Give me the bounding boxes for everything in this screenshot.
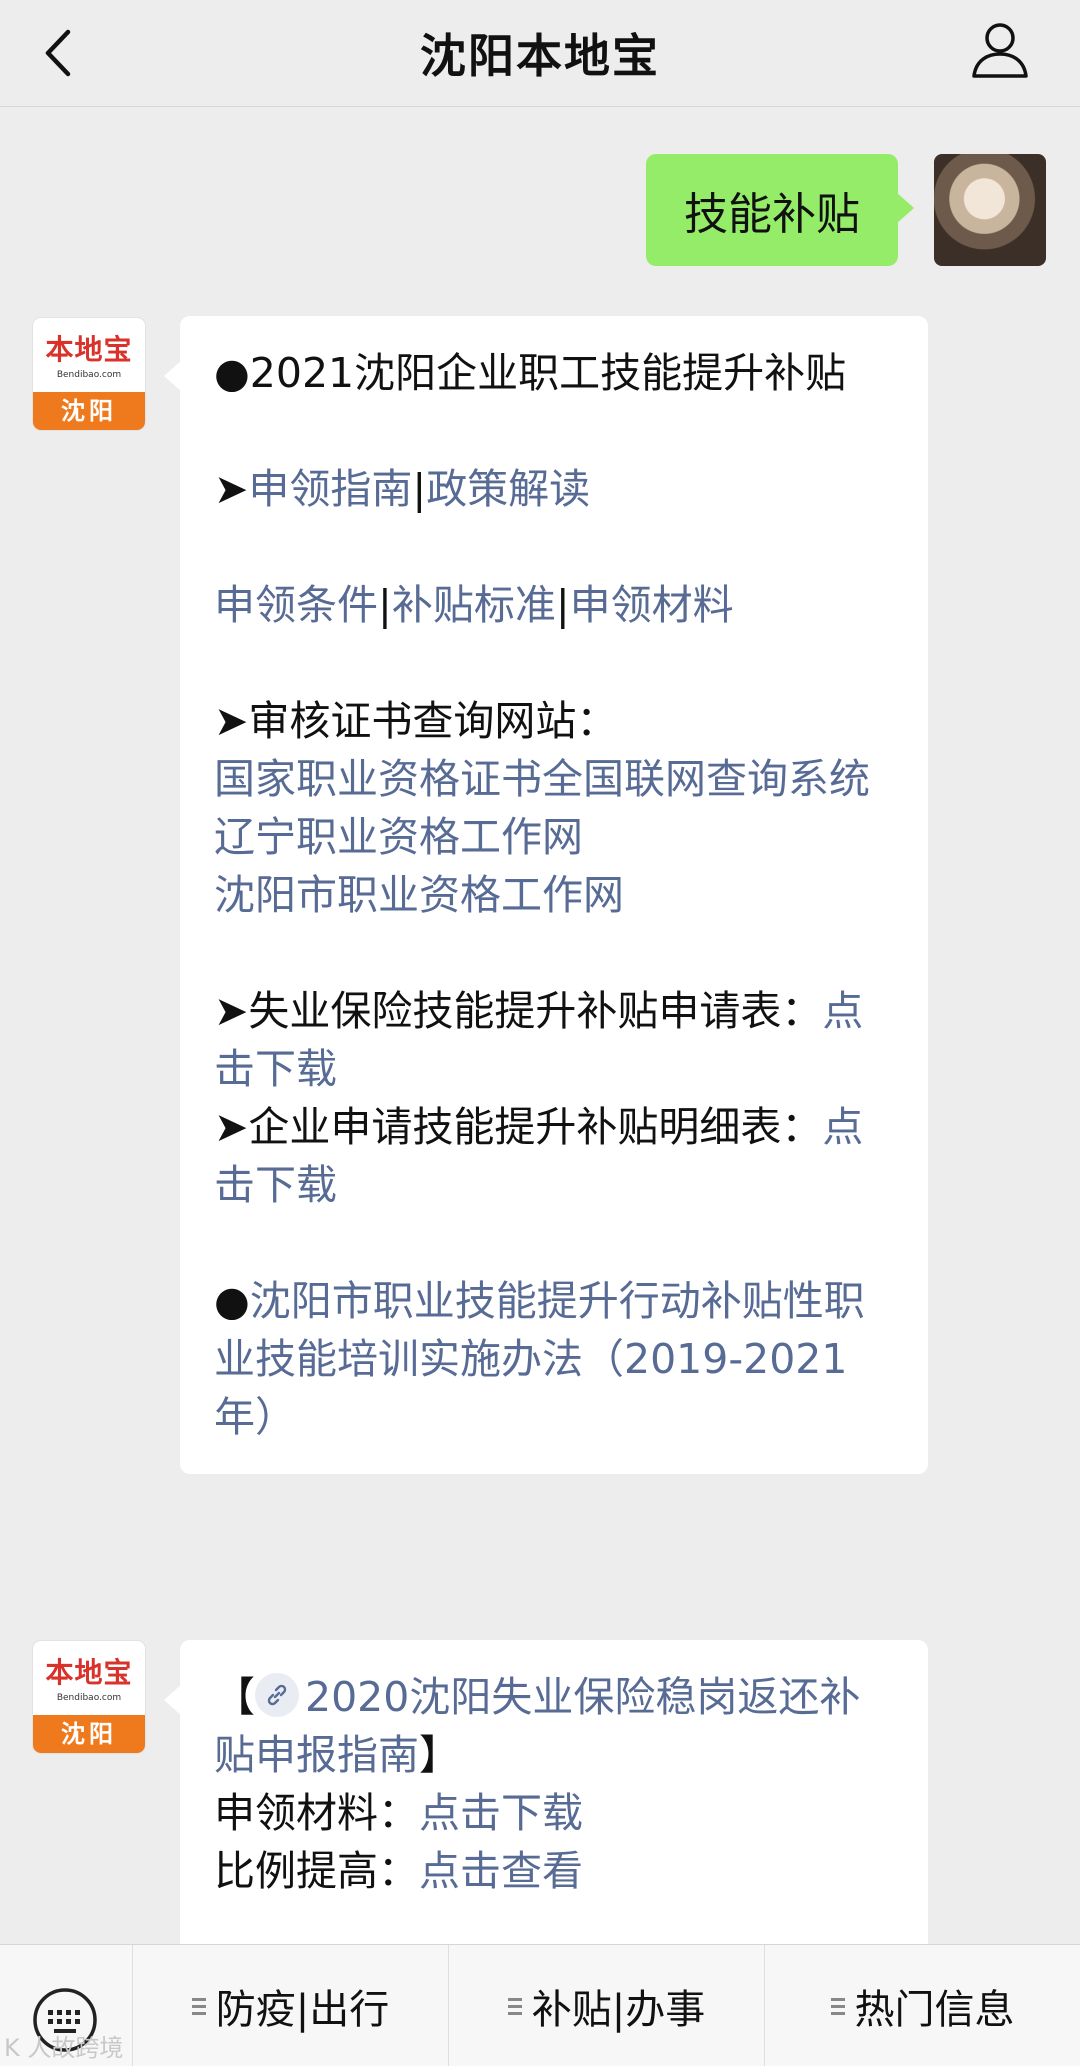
link-implementation-measures[interactable]: 沈阳市职业技能提升行动补贴性职业技能培训实施办法（2019-2021年） — [214, 1277, 865, 1441]
bot-avatar-city: 沈阳 — [33, 1715, 145, 1753]
bot-avatar-city: 沈阳 — [33, 392, 145, 430]
arrow-glyph: ➤ — [214, 465, 249, 513]
link-guide-2020[interactable]: 2020沈阳失业保险稳岗返还补贴申报指南 — [214, 1673, 860, 1779]
close-bracket: 】 — [419, 1731, 460, 1779]
bot-reply-bubble-2: 【2020沈阳失业保险稳岗返还补贴申报指南】 申领材料：点击下载 比例提高：点击… — [164, 1640, 928, 1960]
profile-button[interactable] — [968, 18, 1032, 82]
link-standards[interactable]: 补贴标准 — [392, 581, 556, 629]
materials-row: 申领材料：点击下载 — [214, 1784, 894, 1842]
link-materials[interactable]: 申领材料 — [570, 581, 734, 629]
bot-avatar-logo: 本地宝 Bendibao.com — [33, 1641, 145, 1715]
reply-heading: ●2021沈阳企业职工技能提升补贴 — [214, 349, 847, 397]
user-message: 技能补贴 — [286, 154, 1046, 268]
link-liaoning-site[interactable]: 辽宁职业资格工作网 — [214, 808, 894, 866]
bot-avatar[interactable]: 本地宝 Bendibao.com 沈阳 — [33, 318, 145, 430]
menu-item-epidemic-travel[interactable]: 防疫|出行 — [133, 1945, 449, 2066]
form2-text: ➤企业申请技能提升补贴明细表： — [214, 1103, 823, 1151]
ratio-label: 比例提高： — [214, 1847, 419, 1895]
menu-item-subsidy-affairs[interactable]: 补贴|办事 — [449, 1945, 765, 2066]
user-avatar[interactable] — [934, 154, 1046, 266]
menu-item-hot-info[interactable]: 热门信息 — [765, 1945, 1080, 2066]
menu-lines-icon — [191, 1994, 206, 2019]
bullet-glyph: ● — [214, 1277, 250, 1325]
bot-reply-bubble: ●2021沈阳企业职工技能提升补贴 ➤申领指南|政策解读 申领条件|补贴标准|申… — [164, 316, 928, 1474]
bot-logo-text: 本地宝 — [45, 333, 133, 366]
form2-row: ➤企业申请技能提升补贴明细表：点击下载 — [214, 1098, 894, 1214]
menu-item-label: 防疫|出行 — [215, 1987, 390, 2033]
person-icon — [972, 23, 1028, 78]
link-policy-reading[interactable]: 政策解读 — [426, 465, 590, 513]
link-view-ratio[interactable]: 点击查看 — [419, 1847, 583, 1895]
reply-row-guide: ➤申领指南|政策解读 — [214, 460, 894, 518]
menu-item-label: 热门信息 — [854, 1987, 1015, 2033]
menu-lines-icon — [830, 1994, 845, 2019]
link-apply-guide[interactable]: 申领指南 — [248, 465, 412, 513]
form1-row: ➤失业保险技能提升补贴申请表：点击下载 — [214, 982, 894, 1098]
bot-avatar-logo: 本地宝 Bendibao.com — [33, 318, 145, 392]
menu-lines-icon — [507, 1994, 522, 2019]
link-shenyang-site[interactable]: 沈阳市职业资格工作网 — [214, 866, 894, 924]
bottom-row: ●沈阳市职业技能提升行动补贴性职业技能培训实施办法（2019-2021年） — [214, 1272, 894, 1446]
separator: | — [555, 581, 570, 629]
separator: | — [378, 581, 392, 629]
user-message-bubble[interactable]: 技能补贴 — [646, 154, 914, 266]
site-heading: ➤审核证书查询网站： — [214, 697, 618, 745]
link-conditions[interactable]: 申领条件 — [214, 581, 378, 629]
link-icon — [255, 1673, 299, 1717]
ratio-row: 比例提高：点击查看 — [214, 1842, 894, 1900]
reply-row-conditions: 申领条件|补贴标准|申领材料 — [214, 576, 894, 634]
guide-title-row: 【2020沈阳失业保险稳岗返还补贴申报指南】 — [214, 1668, 894, 1784]
open-bracket: 【 — [214, 1673, 255, 1721]
header-bar: 沈阳本地宝 — [0, 0, 1080, 107]
link-national-cert-site[interactable]: 国家职业资格证书全国联网查询系统 — [214, 750, 894, 808]
bot-logo-url: Bendibao.com — [56, 370, 122, 380]
materials-label: 申领材料： — [214, 1789, 419, 1837]
form1-text: ➤失业保险技能提升补贴申请表： — [214, 987, 823, 1035]
bot-logo-url: Bendibao.com — [56, 1693, 122, 1703]
menu-item-label: 补贴|办事 — [531, 1987, 706, 2033]
separator: | — [412, 465, 427, 513]
chat-page: 沈阳本地宝 技能补贴 本地宝 Bendibao.com 沈阳 ●2021沈阳企业… — [0, 0, 1080, 2066]
link-download-materials[interactable]: 点击下载 — [419, 1789, 583, 1837]
watermark: K 人故跨境 — [4, 2034, 124, 2062]
bot-logo-text: 本地宝 — [45, 1656, 133, 1689]
page-title: 沈阳本地宝 — [420, 29, 660, 83]
bottom-menu: 防疫|出行 补贴|办事 热门信息 — [0, 1944, 1080, 2066]
bot-avatar-2[interactable]: 本地宝 Bendibao.com 沈阳 — [33, 1641, 145, 1753]
